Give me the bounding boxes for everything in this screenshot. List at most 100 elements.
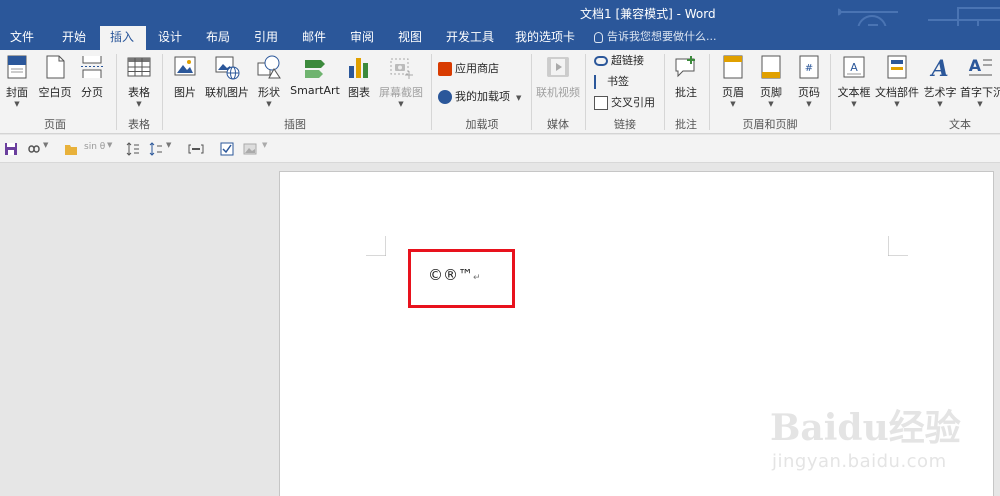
chevron-down-icon: ▼ (14, 100, 20, 108)
textbox-icon: A (843, 56, 865, 78)
footer-button[interactable]: 页脚 ▼ (756, 54, 786, 108)
equation-button[interactable]: sin θ (84, 142, 105, 158)
dropcap-label: 首字下沉 (960, 86, 1000, 99)
cover-page-label: 封面 (6, 86, 28, 99)
page-break-label: 分页 (81, 86, 103, 99)
footer-icon (761, 55, 781, 79)
infinity-icon[interactable] (26, 141, 42, 157)
tab-file[interactable]: 文件 (0, 26, 44, 50)
tab-layout[interactable]: 布局 (196, 26, 240, 50)
tab-insert[interactable]: 插入 (100, 26, 146, 50)
line-spacing-icon[interactable] (126, 141, 140, 157)
cover-page-icon (7, 55, 27, 79)
tab-mailings[interactable]: 邮件 (292, 26, 336, 50)
chart-icon (349, 58, 368, 78)
chevron-down-icon[interactable]: ▼ (262, 141, 267, 157)
chevron-down-icon: ▼ (894, 100, 900, 108)
quick-parts-button[interactable]: 文档部件 ▼ (875, 54, 919, 108)
paragraph-spacing-icon[interactable] (149, 141, 163, 157)
shapes-button[interactable]: 形状 ▼ (256, 54, 282, 108)
cross-reference-button[interactable]: 交叉引用 (594, 94, 655, 112)
page-number-button[interactable]: # 页码 ▼ (794, 54, 824, 108)
online-video-button[interactable]: 联机视频 (535, 54, 581, 100)
bookmark-button[interactable]: 书签 (594, 73, 629, 91)
header-footer-group-label: 页眉和页脚 (742, 118, 798, 131)
quick-parts-label: 文档部件 (875, 86, 919, 99)
header-button[interactable]: 页眉 ▼ (718, 54, 748, 108)
save-icon[interactable] (4, 141, 18, 157)
checkbox-icon[interactable] (220, 141, 234, 157)
group-separator (162, 54, 163, 130)
cover-page-button[interactable]: 封面 ▼ (4, 54, 30, 108)
smartart-icon (305, 60, 325, 78)
chevron-down-icon: ▼ (398, 100, 404, 108)
tab-references[interactable]: 引用 (244, 26, 288, 50)
my-addins-label: 我的加载项 (455, 90, 510, 103)
chevron-down-icon: ▼ (768, 100, 774, 108)
red-highlight-box (408, 249, 515, 308)
chevron-down-icon: ▼ (730, 100, 736, 108)
tab-home[interactable]: 开始 (52, 26, 96, 50)
picture-button[interactable]: 图片 (170, 54, 200, 100)
watermark-brand: Baidu经验 (770, 407, 961, 449)
chevron-down-icon[interactable]: ▼ (107, 141, 112, 157)
tab-review[interactable]: 审阅 (340, 26, 384, 50)
comment-button[interactable]: 批注 (672, 54, 700, 100)
table-button[interactable]: 表格 ▼ (124, 54, 154, 108)
watermark: Baidu经验 jingyan.baidu.com (770, 395, 995, 490)
page-break-button[interactable]: 分页 (79, 54, 105, 100)
chevron-down-icon: ▼ (266, 100, 272, 108)
smartart-button[interactable]: SmartArt (290, 54, 340, 97)
quick-parts-icon (887, 55, 907, 79)
group-separator (116, 54, 117, 130)
screenshot-button[interactable]: 屏幕截图 ▼ (378, 54, 424, 108)
title-bar: 文档1 [兼容模式] - Word (0, 0, 1000, 50)
online-picture-label: 联机图片 (205, 86, 249, 99)
hyperlink-button[interactable]: 超链接 (594, 52, 644, 70)
cross-reference-icon (594, 96, 608, 110)
tab-developer[interactable]: 开发工具 (436, 26, 504, 50)
page-number-icon: # (799, 55, 819, 79)
blank-page-button[interactable]: 空白页 (36, 54, 74, 100)
chart-button[interactable]: 图表 (346, 54, 372, 100)
screenshot-label: 屏幕截图 (379, 86, 423, 99)
tell-me-box[interactable]: 告诉我您想要做什么... (594, 26, 717, 50)
tab-view[interactable]: 视图 (388, 26, 432, 50)
textbox-label: 文本框 (837, 86, 871, 99)
field-icon[interactable] (188, 141, 204, 157)
group-separator (531, 54, 532, 130)
tell-me-text: 告诉我您想要做什么... (607, 30, 717, 43)
bookmark-label: 书签 (607, 75, 629, 88)
tab-design[interactable]: 设计 (148, 26, 192, 50)
header-icon (723, 55, 743, 79)
group-separator (431, 54, 432, 130)
margin-corner-top-left (366, 236, 386, 256)
shapes-icon (257, 55, 281, 79)
dropcap-button[interactable]: A 首字下沉 ▼ (960, 54, 1000, 108)
my-addins-button[interactable]: 我的加载项 ▼ (438, 88, 521, 106)
store-label: 应用商店 (455, 62, 499, 75)
quick-access-toolbar: ▼ sin θ ▼ ▼ ▼ (0, 135, 1000, 163)
chevron-down-icon[interactable]: ▼ (43, 141, 48, 157)
store-button[interactable]: 应用商店 (438, 60, 499, 78)
chart-label: 图表 (348, 86, 370, 99)
image-control-icon[interactable] (243, 141, 257, 157)
table-label: 表格 (128, 86, 150, 99)
smartart-label: SmartArt (290, 84, 340, 97)
links-group-label: 链接 (614, 118, 636, 131)
folder-icon[interactable] (64, 141, 78, 157)
blank-page-icon (46, 55, 65, 79)
dropcap-icon: A (969, 56, 992, 76)
online-picture-icon (215, 56, 240, 80)
illustrations-group-label: 插图 (284, 118, 306, 131)
group-separator (830, 54, 831, 130)
tab-my-tab[interactable]: 我的选项卡 (505, 26, 585, 50)
comment-label: 批注 (675, 86, 697, 99)
wordart-button[interactable]: A 艺术字 ▼ (922, 54, 958, 108)
chevron-down-icon[interactable]: ▼ (166, 141, 171, 157)
textbox-button[interactable]: A 文本框 ▼ (836, 54, 872, 108)
online-picture-button[interactable]: 联机图片 (204, 54, 250, 100)
page-break-icon (81, 56, 103, 78)
media-group-label: 媒体 (547, 118, 569, 131)
picture-label: 图片 (174, 86, 196, 99)
